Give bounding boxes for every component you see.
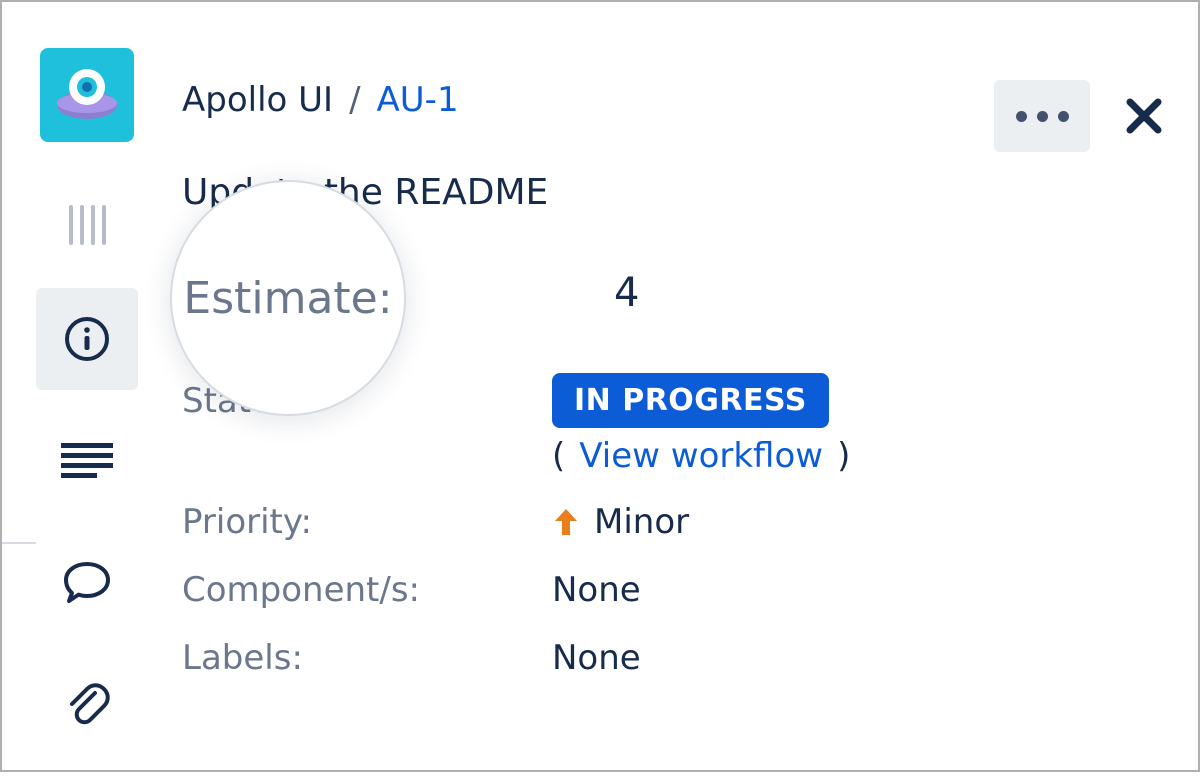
rail-nav-lines[interactable] (36, 174, 138, 276)
labels-label: Labels: (182, 638, 552, 678)
components-label: Component/s: (182, 570, 552, 610)
ellipsis-icon (1016, 111, 1069, 122)
issue-fields: Status: IN PROGRESS (View workflow) Prio… (182, 373, 1168, 678)
rail-nav-info[interactable] (36, 288, 138, 390)
text-lines-icon (61, 443, 113, 479)
breadcrumb-issue-key[interactable]: AU-1 (377, 80, 459, 120)
zoom-lens: Estimate: (170, 180, 406, 416)
priority-value[interactable]: Minor (594, 502, 689, 542)
paperclip-icon (63, 681, 111, 729)
speech-bubble-icon (63, 561, 111, 605)
labels-row: Labels: None (182, 638, 1168, 678)
workflow-row: (View workflow) (182, 436, 1168, 476)
components-value[interactable]: None (552, 570, 641, 610)
breadcrumb-project[interactable]: Apollo UI (182, 80, 333, 120)
close-icon (1125, 97, 1163, 135)
rail-divider (2, 542, 36, 544)
components-row: Component/s: None (182, 570, 1168, 610)
view-workflow-link[interactable]: View workflow (579, 436, 823, 476)
estimate-value[interactable]: 4 (614, 270, 639, 316)
alien-ship-icon (53, 61, 121, 129)
status-badge[interactable]: IN PROGRESS (552, 373, 829, 428)
estimate-label: Estimate: (183, 273, 392, 324)
left-rail (36, 48, 138, 776)
close-button[interactable] (1118, 90, 1170, 142)
priority-arrow-icon (552, 508, 580, 536)
vertical-lines-icon (69, 205, 106, 245)
top-actions (994, 80, 1170, 152)
priority-row: Priority: Minor (182, 502, 1168, 542)
labels-value[interactable]: None (552, 638, 641, 678)
info-icon (64, 316, 110, 362)
rail-nav-attachments[interactable] (36, 654, 138, 756)
rail-nav-comments[interactable] (36, 532, 138, 634)
rail-nav-description[interactable] (36, 410, 138, 512)
more-actions-button[interactable] (994, 80, 1090, 152)
breadcrumb-separator: / (349, 80, 360, 120)
project-avatar[interactable] (40, 48, 134, 142)
priority-label: Priority: (182, 502, 552, 542)
